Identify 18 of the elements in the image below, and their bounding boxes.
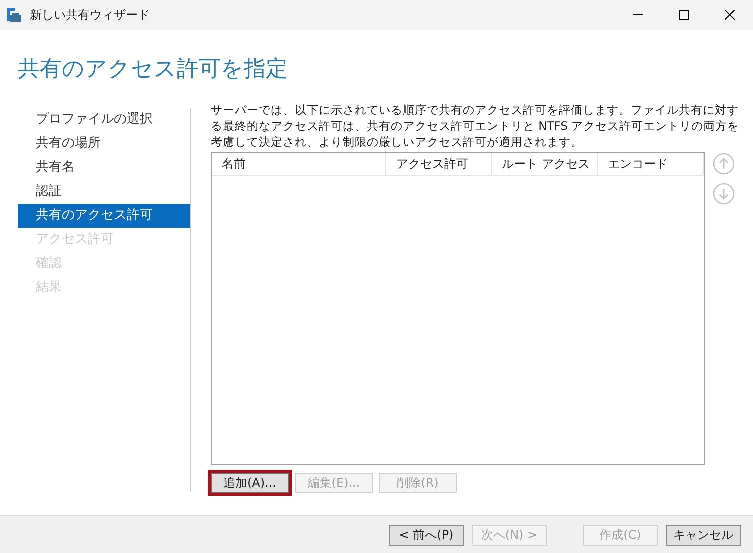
wizard-step[interactable]: 共有のアクセス許可 <box>18 204 190 228</box>
wizard-step[interactable]: 共有の場所 <box>18 132 190 156</box>
column-header[interactable]: 名前 <box>212 153 386 175</box>
close-icon[interactable] <box>725 10 735 20</box>
cancel-button[interactable]: キャンセル <box>666 524 741 546</box>
wizard-step[interactable]: 共有名 <box>18 156 190 180</box>
description-text: サーバーでは、以下に示されている順序で共有のアクセス許可を評価します。ファイル共有に対する最終的なアクセス許可は、共有のアクセス許可エントリと NTFS アクセス許可エントリの両方を考慮して決定され、より制限の厳しいアクセス許可が適用されます。 <box>211 102 741 150</box>
add-button[interactable]: 追加(A)... <box>211 473 289 493</box>
wizard-step[interactable]: プロファイルの選択 <box>18 108 190 132</box>
column-header[interactable]: ルート アクセス <box>492 153 598 175</box>
back-button[interactable]: < 前へ(P) <box>389 524 464 546</box>
column-header[interactable]: エンコード <box>598 153 704 175</box>
window-title: 新しい共有ウィザード <box>30 6 150 24</box>
maximize-icon[interactable] <box>679 10 689 20</box>
wizard-step[interactable]: 認証 <box>18 180 190 204</box>
folder-share-icon <box>6 7 22 23</box>
column-header[interactable]: アクセス許可 <box>386 153 492 175</box>
page-heading: 共有のアクセス許可を指定 <box>18 56 289 84</box>
